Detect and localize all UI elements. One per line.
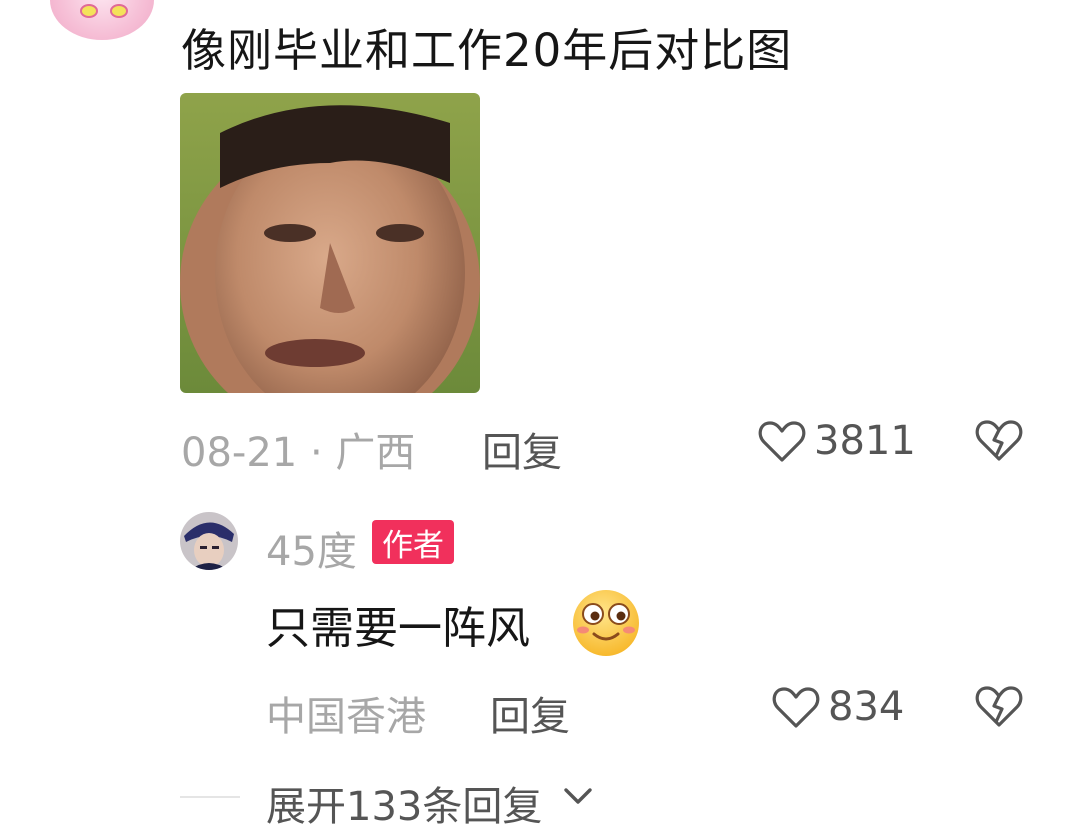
broken-heart-icon	[975, 420, 1023, 461]
face-photo	[180, 93, 480, 393]
comment-thread: 像刚毕业和工作20年后对比图 08-21 · 广西 回复 3811 45度 作者…	[0, 0, 1080, 828]
comment-dislike-button[interactable]	[975, 418, 1023, 466]
heart-outline-icon	[758, 421, 806, 462]
reply-reply-button[interactable]: 回复	[490, 684, 570, 742]
comment-like-button[interactable]: 3811	[758, 418, 916, 464]
reply-dislike-button[interactable]	[975, 684, 1023, 732]
commenter-avatar[interactable]	[50, 0, 154, 40]
meta-separator: ·	[309, 430, 323, 476]
comment-meta: 08-21 · 广西	[181, 420, 415, 478]
reply-like-button[interactable]: 834	[772, 684, 904, 730]
comment-like-count: 3811	[814, 418, 916, 464]
comment-location: 广西	[335, 430, 416, 476]
expand-divider	[180, 796, 240, 798]
comment-text: 像刚毕业和工作20年后对比图	[181, 24, 793, 77]
smiley-emoji	[573, 590, 639, 656]
author-badge: 作者	[372, 520, 454, 564]
reply-like-count: 834	[828, 684, 905, 730]
heart-outline-icon	[772, 687, 820, 728]
reply-author-name[interactable]: 45度	[266, 519, 357, 577]
comment-reply-button[interactable]: 回复	[482, 420, 562, 478]
expand-replies-button[interactable]: 展开133条回复	[266, 774, 542, 828]
reply-location: 中国香港	[266, 694, 426, 740]
reply-text: 只需要一阵风	[266, 603, 530, 654]
anime-avatar-image	[180, 512, 238, 570]
avatar-eye	[80, 4, 98, 18]
reply-author-avatar[interactable]	[180, 512, 238, 570]
broken-heart-icon	[975, 686, 1023, 727]
comment-image[interactable]	[180, 93, 480, 393]
avatar-eye	[110, 4, 128, 18]
comment-date: 08-21	[181, 430, 298, 476]
chevron-down-icon[interactable]	[562, 784, 594, 808]
